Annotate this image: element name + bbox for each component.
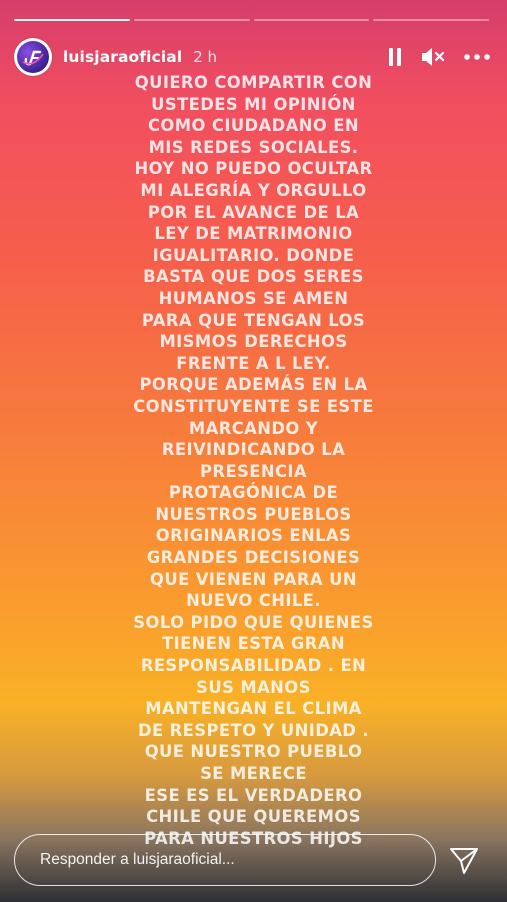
- story-controls: [387, 46, 491, 68]
- send-icon[interactable]: [448, 846, 480, 876]
- caption-line: PARA QUE TENGAN LOS: [141, 310, 366, 330]
- caption-line: SUS MANOS: [196, 677, 311, 697]
- caption-line: RESPONSABILIDAD . EN: [140, 656, 367, 676]
- progress-segment: [373, 19, 489, 21]
- caption-line: TIENEN ESTA GRAN: [162, 634, 345, 654]
- caption-line: SOLO PIDO QUE QUIENES: [133, 612, 374, 632]
- caption-line: ESE ES EL VERDADERO: [144, 785, 363, 805]
- more-options-icon[interactable]: [463, 53, 491, 61]
- reply-input[interactable]: Responder a luisjaraoficial...: [14, 834, 436, 886]
- caption-line: IGUALITARIO. DONDE: [152, 245, 355, 265]
- caption-line: SE MERECE: [200, 764, 307, 783]
- caption-line: GRANDES DECISIONES: [146, 548, 361, 568]
- caption-line: PROTAGÓNICA DE: [168, 483, 339, 503]
- story-caption-text: QUIERO COMPARTIR CON USTEDES MI OPINIÓN …: [0, 72, 507, 849]
- caption-line: DE RESPETO Y UNIDAD .: [137, 720, 370, 740]
- reply-placeholder: Responder a luisjaraoficial...: [40, 851, 235, 868]
- caption-line: MI ALEGRÍA Y ORGULLO: [140, 180, 367, 200]
- caption-line: MISMOS DERECHOS: [159, 332, 348, 352]
- caption-line: MIS REDES SOCIALES.: [148, 137, 359, 157]
- muted-speaker-icon[interactable]: [421, 46, 445, 68]
- caption-line: POR EL AVANCE DE LA: [147, 202, 360, 222]
- caption-line: MANTENGAN EL CLIMA: [145, 699, 362, 719]
- caption-line: REIVINDICANDO LA: [161, 440, 346, 460]
- caption-line: CONSTITUYENTE SE ESTE: [133, 396, 374, 416]
- caption-line: USTEDES MI OPINIÓN: [151, 94, 356, 114]
- caption-line: HUMANOS SE AMEN: [158, 288, 349, 308]
- progress-segment: [14, 19, 130, 21]
- caption-line: COMO CIUDADANO EN: [147, 116, 359, 136]
- caption-line: NUEVO CHILE.: [186, 591, 321, 611]
- avatar[interactable]: [14, 38, 52, 76]
- caption-line: ORIGINARIOS ENLAS: [155, 526, 352, 546]
- caption-line: QUIERO COMPARTIR CON: [134, 73, 373, 92]
- caption-line: HOY NO PUEDO OCULTAR: [134, 159, 373, 179]
- progress-segment: [133, 19, 250, 21]
- caption-line: QUE VIENEN PARA UN: [150, 569, 357, 589]
- story-username[interactable]: luisjaraoficial: [63, 48, 182, 66]
- caption-line: NUESTROS PUEBLOS: [155, 504, 352, 524]
- caption-line: BASTA QUE DOS SERES: [143, 267, 364, 287]
- caption-line: PORQUE ADEMÁS EN LA: [139, 375, 368, 395]
- caption-line: LEY DE MATRIMONIO: [154, 224, 353, 244]
- caption-line: CHILE QUE QUEREMOS: [146, 807, 361, 827]
- caption-line: PRESENCIA: [200, 461, 307, 481]
- progress-segment: [253, 19, 370, 21]
- caption-line: QUE NUESTRO PUEBLO: [144, 742, 363, 762]
- story-viewer[interactable]: luisjaraoficial 2 h QUIERO COMPARTIR CON…: [0, 0, 507, 902]
- pause-icon[interactable]: [387, 47, 403, 67]
- story-progress-bar: [14, 19, 489, 21]
- caption-line: FRENTE A L LEY.: [176, 353, 331, 373]
- avatar-logo-icon: [17, 41, 49, 73]
- story-time: 2 h: [193, 48, 218, 66]
- caption-line: MARCANDO Y: [188, 418, 319, 438]
